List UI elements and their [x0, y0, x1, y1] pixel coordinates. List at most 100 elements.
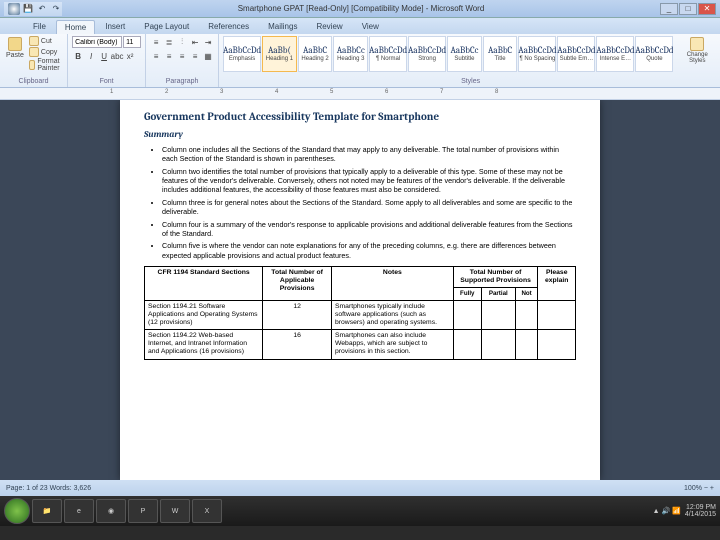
style--no-spacing[interactable]: AaBbCcDd¶ No Spacing	[518, 36, 556, 72]
ruler[interactable]: 12345678	[0, 88, 720, 100]
change-styles-button[interactable]: Change Styles	[676, 36, 718, 65]
summary-list: Column one includes all the Sections of …	[162, 145, 576, 260]
tray-time: 12:09 PM	[686, 504, 716, 511]
tray-icons[interactable]: ▲ 🔊 📶	[653, 508, 681, 515]
system-tray[interactable]: ▲ 🔊 📶 12:09 PM4/14/2015	[653, 504, 716, 518]
qat-save-icon[interactable]: 💾	[22, 3, 34, 15]
copy-button[interactable]: Copy	[29, 47, 63, 57]
style-heading-3[interactable]: AaBbCcHeading 3	[333, 36, 368, 72]
style-subtle-em-[interactable]: AaBbCcDdSubtle Em…	[557, 36, 595, 72]
tab-insert[interactable]: Insert	[96, 19, 134, 34]
ribbon-tabs: File Home Insert Page Layout References …	[0, 18, 720, 34]
group-label-styles: Styles	[223, 78, 718, 85]
list-item: Column four is a summary of the vendor's…	[162, 220, 576, 239]
list-item: Column three is for general notes about …	[162, 198, 576, 217]
tab-file[interactable]: File	[24, 19, 55, 34]
style-intense-e-[interactable]: AaBbCcDdIntense E…	[596, 36, 634, 72]
format-painter-button[interactable]: Format Painter	[29, 58, 63, 72]
task-excel[interactable]: X	[192, 499, 222, 523]
painter-icon	[29, 60, 35, 70]
paste-icon	[8, 37, 22, 51]
th-not: Not	[515, 288, 538, 300]
multilevel-button[interactable]: ⫶	[176, 36, 188, 48]
th-explain: Please explain	[538, 266, 576, 300]
ribbon: Paste Cut Copy Format Painter Clipboard …	[0, 34, 720, 88]
tab-view[interactable]: View	[353, 19, 388, 34]
paste-button[interactable]: Paste	[4, 36, 26, 60]
style-quote[interactable]: AaBbCcDdQuote	[635, 36, 673, 72]
status-right[interactable]: 100% − +	[684, 485, 714, 492]
list-item: Column one includes all the Sections of …	[162, 145, 576, 164]
align-right-button[interactable]: ≡	[176, 50, 188, 62]
align-center-button[interactable]: ≡	[163, 50, 175, 62]
style-subtitle[interactable]: AaBbCcSubtitle	[447, 36, 482, 72]
underline-button[interactable]: U	[98, 50, 110, 62]
font-name-select[interactable]	[72, 36, 122, 48]
status-bar: Page: 1 of 23 Words: 3,626 100% − +	[0, 480, 720, 496]
task-word[interactable]: W	[160, 499, 190, 523]
style-strong[interactable]: AaBbCcDdStrong	[408, 36, 446, 72]
taskbar: 📁 e ◉ P W X ▲ 🔊 📶 12:09 PM4/14/2015	[0, 496, 720, 526]
group-label-paragraph: Paragraph	[150, 78, 214, 85]
style--normal[interactable]: AaBbCcDd¶ Normal	[369, 36, 407, 72]
bold-button[interactable]: B	[72, 50, 84, 62]
task-explorer[interactable]: 📁	[32, 499, 62, 523]
document-area[interactable]: Government Product Accessibility Templat…	[0, 100, 720, 480]
super-button[interactable]: x²	[124, 50, 136, 62]
summary-heading: Summary	[144, 130, 576, 141]
file-orb[interactable]	[8, 3, 20, 15]
cut-icon	[29, 36, 39, 46]
list-item: Column five is where the vendor can note…	[162, 241, 576, 260]
doc-title: Government Product Accessibility Templat…	[144, 110, 576, 124]
close-button[interactable]: ✕	[698, 3, 716, 15]
start-button[interactable]	[4, 498, 30, 524]
tray-date: 4/14/2015	[685, 511, 716, 518]
font-size-select[interactable]	[123, 36, 141, 48]
th-fully: Fully	[453, 288, 481, 300]
task-ie[interactable]: e	[64, 499, 94, 523]
style-title[interactable]: AaBbCTitle	[483, 36, 518, 72]
th-applicable: Total Number of Applicable Provisions	[263, 266, 332, 300]
justify-button[interactable]: ≡	[189, 50, 201, 62]
italic-button[interactable]: I	[85, 50, 97, 62]
style-emphasis[interactable]: AaBbCcDdEmphasis	[223, 36, 261, 72]
tab-review[interactable]: Review	[307, 19, 351, 34]
task-chrome[interactable]: ◉	[96, 499, 126, 523]
styles-gallery[interactable]: AaBbCcDdEmphasisAaBb(Heading 1AaBbCHeadi…	[223, 36, 673, 72]
qat-undo-icon[interactable]: ↶	[36, 3, 48, 15]
maximize-button[interactable]: □	[679, 3, 697, 15]
window-title: Smartphone GPAT [Read-Only] [Compatibili…	[62, 4, 660, 13]
th-sections: CFR 1194 Standard Sections	[145, 266, 263, 300]
qat-redo-icon[interactable]: ↷	[50, 3, 62, 15]
numbering-button[interactable]: ≣	[163, 36, 175, 48]
th-notes: Notes	[331, 266, 453, 300]
change-styles-icon	[690, 37, 704, 51]
style-heading-1[interactable]: AaBb(Heading 1	[262, 36, 297, 72]
tab-pagelayout[interactable]: Page Layout	[135, 19, 198, 34]
cut-button[interactable]: Cut	[29, 36, 63, 46]
minimize-button[interactable]: _	[660, 3, 678, 15]
table-row: Section 1194.22 Web-based Internet, and …	[145, 330, 576, 359]
tab-references[interactable]: References	[199, 19, 258, 34]
group-label-clipboard: Clipboard	[4, 78, 63, 85]
align-left-button[interactable]: ≡	[150, 50, 162, 62]
tab-home[interactable]: Home	[56, 20, 95, 34]
gpat-table: CFR 1194 Standard Sections Total Number …	[144, 266, 576, 360]
status-left: Page: 1 of 23 Words: 3,626	[6, 485, 91, 492]
bullets-button[interactable]: ≡	[150, 36, 162, 48]
style-heading-2[interactable]: AaBbCHeading 2	[298, 36, 333, 72]
indent-button[interactable]: ⇥	[202, 36, 214, 48]
th-partial: Partial	[481, 288, 515, 300]
shading-button[interactable]: ▦	[202, 50, 214, 62]
list-item: Column two identifies the total number o…	[162, 167, 576, 195]
paste-label: Paste	[6, 52, 24, 59]
tab-mailings[interactable]: Mailings	[259, 19, 306, 34]
table-row: Section 1194.21 Software Applications an…	[145, 300, 576, 329]
page: Government Product Accessibility Templat…	[120, 100, 600, 480]
outdent-button[interactable]: ⇤	[189, 36, 201, 48]
task-powerpoint[interactable]: P	[128, 499, 158, 523]
copy-icon	[29, 47, 39, 57]
th-supported: Total Number of Supported Provisions	[453, 266, 538, 287]
strike-button[interactable]: abc	[111, 50, 123, 62]
group-label-font: Font	[72, 78, 141, 85]
